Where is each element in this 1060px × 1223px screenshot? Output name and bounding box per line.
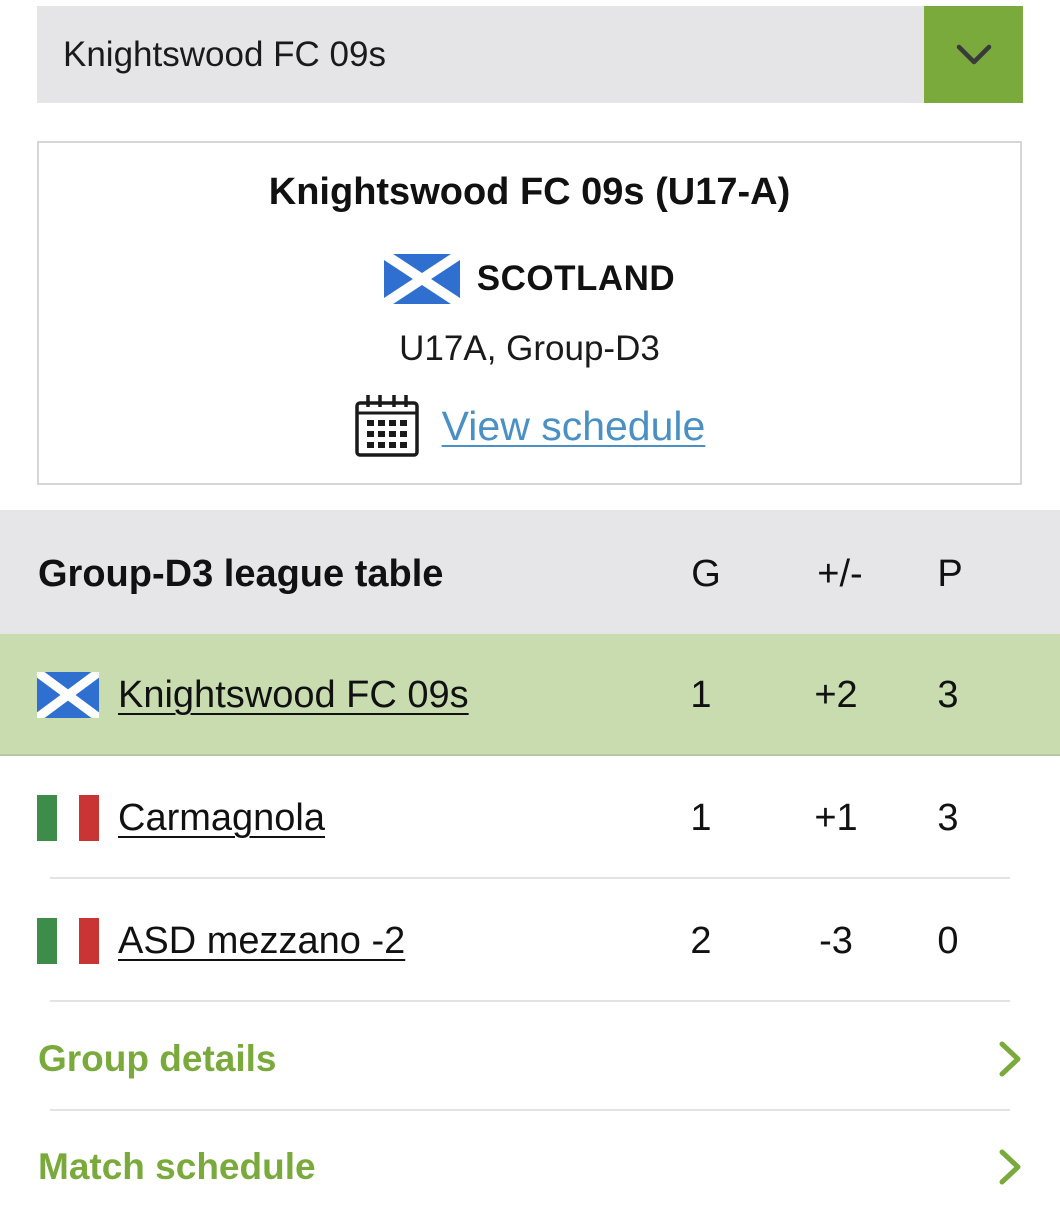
chevron-right-icon (999, 1149, 1021, 1185)
table-row[interactable]: ASD mezzano -2 2 -3 0 (0, 880, 1060, 1002)
league-table-header: Group-D3 league table G +/- P (0, 510, 1060, 634)
team-link[interactable]: Carmagnola (118, 757, 325, 879)
italy-flag-icon (37, 795, 99, 841)
games-value: 1 (690, 797, 712, 839)
chevron-down-icon (956, 44, 991, 64)
team-select-value[interactable]: Knightswood FC 09s (63, 6, 386, 103)
calendar-icon (354, 395, 419, 457)
italy-flag-icon (37, 918, 99, 964)
points-value: 0 (937, 920, 959, 962)
table-row[interactable]: Knightswood FC 09s 1 +2 3 (0, 634, 1060, 756)
games-value: 2 (690, 920, 712, 962)
team-info-card: Knightswood FC 09s (U17-A) SCOTLAND U17A… (37, 141, 1022, 485)
goal-difference-value: +2 (814, 674, 858, 716)
points-value: 3 (937, 797, 959, 839)
column-header-points: P (937, 553, 963, 595)
team-link[interactable]: Knightswood FC 09s (118, 634, 469, 756)
goal-difference-value: -3 (819, 920, 853, 962)
row-divider (50, 1000, 1010, 1002)
schedule-row: View schedule (39, 393, 1020, 459)
column-header-g: G (691, 553, 721, 595)
games-value: 1 (690, 674, 712, 716)
table-row[interactable]: Carmagnola 1 +1 3 (0, 757, 1060, 879)
team-link[interactable]: ASD mezzano -2 (118, 880, 405, 1002)
group-details-link[interactable]: Group details (0, 1003, 1060, 1111)
column-header-goal-difference: +/- (817, 553, 863, 595)
row-divider (50, 877, 1010, 879)
country-name: SCOTLAND (476, 259, 676, 298)
league-table-title: Group-D3 league table (38, 553, 444, 595)
team-select-dropdown[interactable]: Knightswood FC 09s (37, 6, 1023, 103)
team-select-toggle-button[interactable] (924, 6, 1023, 103)
chevron-right-icon (999, 1041, 1021, 1077)
points-value: 3 (937, 674, 959, 716)
group-details-label: Group details (38, 1038, 277, 1079)
country-row: SCOTLAND (39, 253, 1020, 305)
scotland-flag-icon (383, 254, 460, 304)
match-schedule-label: Match schedule (38, 1146, 316, 1187)
row-divider (0, 754, 1060, 756)
scotland-flag-icon (37, 672, 99, 718)
match-schedule-link[interactable]: Match schedule (0, 1111, 1060, 1219)
view-schedule-link[interactable]: View schedule (442, 403, 706, 450)
group-label: U17A, Group-D3 (399, 329, 660, 368)
goal-difference-value: +1 (814, 797, 858, 839)
team-title: Knightswood FC 09s (U17-A) (268, 171, 791, 213)
